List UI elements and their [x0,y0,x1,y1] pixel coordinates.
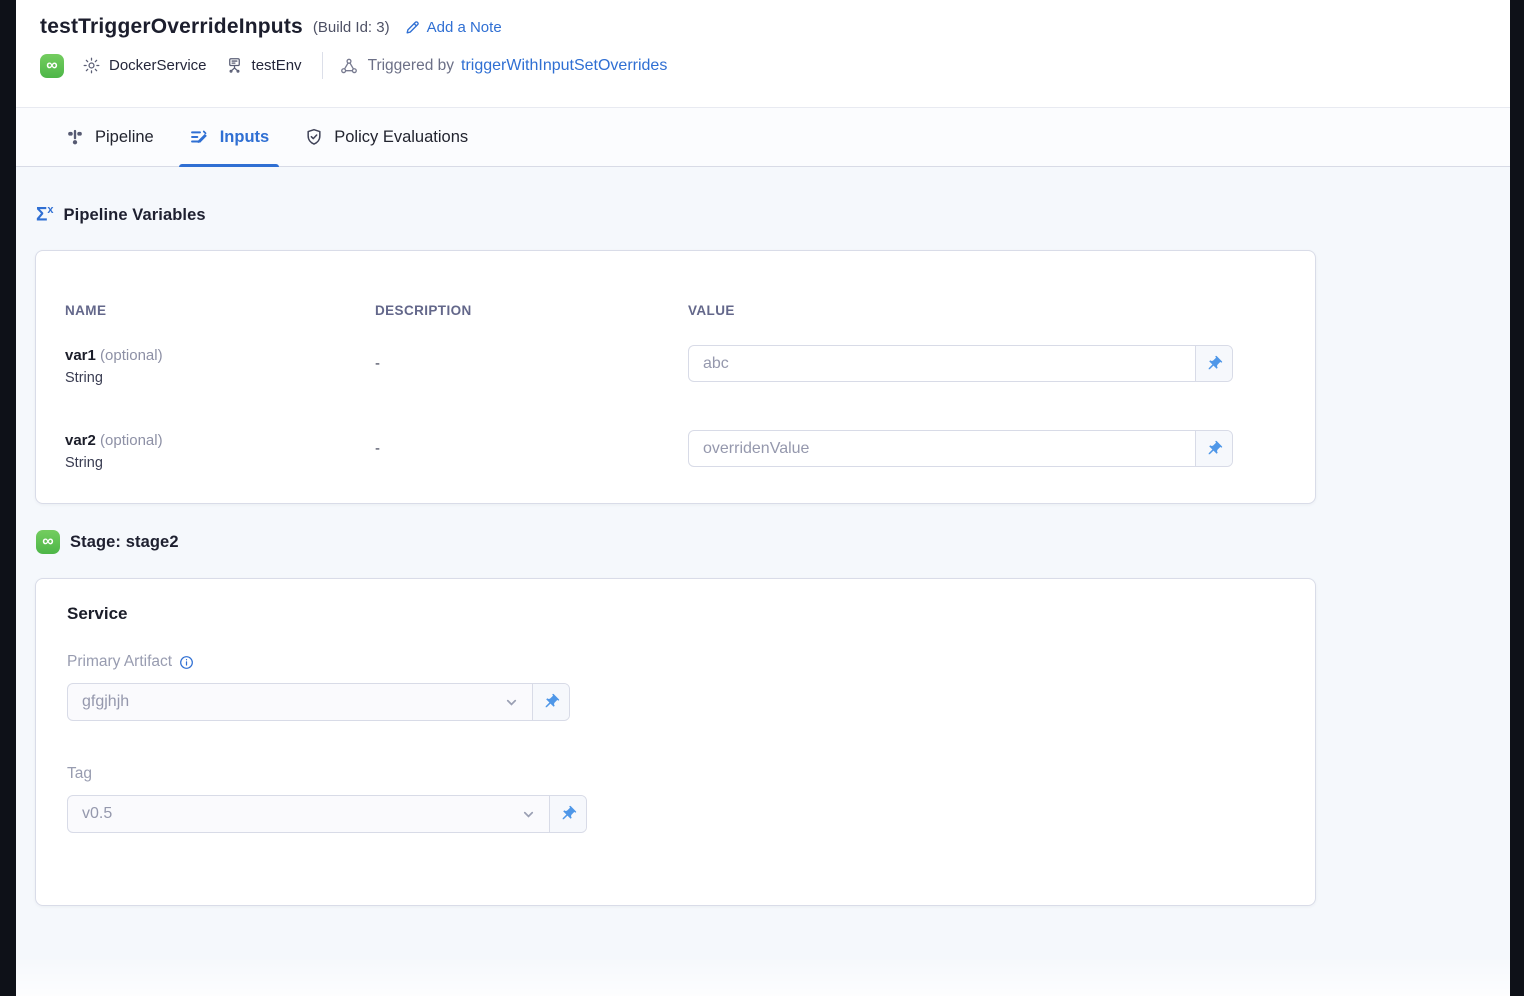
pipeline-icon [65,127,85,147]
build-id: (Build Id: 3) [313,19,390,36]
variable-value-text: abc [689,346,1195,381]
add-note-button[interactable]: Add a Note [404,19,502,36]
tab-bar: Pipeline Inputs Policy Evaluations [16,107,1510,167]
column-header-description: DESCRIPTION [375,303,688,345]
environment-name: testEnv [252,57,302,74]
inputs-edit-icon [189,127,210,148]
infinity-glyph: ∞ [46,58,57,74]
environment-icon [225,56,244,75]
triggered-by-label: Triggered by [368,57,454,75]
meta-row: ∞ DockerService testEnv [40,52,1486,79]
variable-name-cell: var1 (optional) String [65,345,375,430]
pencil-icon [404,19,421,36]
tab-inputs-label: Inputs [220,128,270,147]
service-name: DockerService [109,57,207,74]
column-header-value: VALUE [688,303,1286,345]
variable-type: String [65,367,375,389]
page-title: testTriggerOverrideInputs [40,15,303,39]
tag-label-row: Tag [67,765,1284,783]
webhook-trigger-icon [339,56,359,76]
chevron-down-icon [504,684,519,720]
variable-description: - [375,345,688,430]
shield-check-icon [304,127,324,147]
variable-optional-label: (optional) [100,347,163,364]
trigger-link[interactable]: triggerWithInputSetOverrides [461,57,667,75]
tab-policy-evaluations-label: Policy Evaluations [334,128,468,147]
variable-optional-label: (optional) [100,432,163,449]
pipeline-variables-card: NAME DESCRIPTION VALUE var1 (optional) S… [35,250,1316,504]
inputs-tab-content: Σx Pipeline Variables NAME DESCRIPTION V… [16,167,1510,906]
tag-label: Tag [67,765,92,783]
primary-artifact-label-row: Primary Artifact [67,653,1284,671]
variable-value-cell: abc [688,345,1286,430]
cd-stage-icon: ∞ [36,530,60,554]
variable-name: var1 [65,347,96,364]
variable-value-cell: overridenValue [688,430,1286,515]
pin-button[interactable] [1195,431,1232,466]
primary-artifact-label: Primary Artifact [67,653,172,671]
title-row: testTriggerOverrideInputs (Build Id: 3) … [40,15,1486,39]
variable-name: var2 [65,432,96,449]
infinity-glyph: ∞ [42,534,53,550]
pipeline-variables-section-header: Σx Pipeline Variables [36,203,1510,227]
pin-button[interactable] [1195,346,1232,381]
service-card: Service Primary Artifact gfgjhjh [35,578,1316,906]
chevron-down-icon [521,796,536,832]
variables-table: NAME DESCRIPTION VALUE var1 (optional) S… [65,303,1286,515]
vertical-divider [322,52,323,79]
variable-value-input[interactable]: abc [688,345,1233,382]
execution-page: testTriggerOverrideInputs (Build Id: 3) … [16,0,1510,996]
pin-button[interactable] [549,796,586,832]
tab-inputs[interactable]: Inputs [179,108,280,166]
section-title: Pipeline Variables [64,206,206,225]
info-icon [179,655,194,670]
add-note-label: Add a Note [427,19,502,36]
cd-module-icon: ∞ [40,54,64,78]
service-card-title: Service [67,604,1284,624]
primary-artifact-select[interactable]: gfgjhjh [67,683,570,721]
variable-type: String [65,452,375,474]
page-header: testTriggerOverrideInputs (Build Id: 3) … [16,0,1510,107]
column-header-name: NAME [65,303,375,345]
variable-value-input[interactable]: overridenValue [688,430,1233,467]
tab-policy-evaluations[interactable]: Policy Evaluations [294,108,478,166]
stage-title: Stage: stage2 [70,533,179,552]
gear-icon [82,56,101,75]
variable-description: - [375,430,688,515]
tag-value: v0.5 [68,796,521,832]
tab-pipeline[interactable]: Pipeline [55,108,164,166]
variable-name-cell: var2 (optional) String [65,430,375,515]
tag-select[interactable]: v0.5 [67,795,587,833]
sigma-variables-icon: Σx [36,205,54,224]
stage-section-header: ∞ Stage: stage2 [36,530,1510,554]
variable-value-text: overridenValue [689,431,1195,466]
pin-button[interactable] [532,684,569,720]
primary-artifact-value: gfgjhjh [68,684,504,720]
tab-pipeline-label: Pipeline [95,128,154,147]
